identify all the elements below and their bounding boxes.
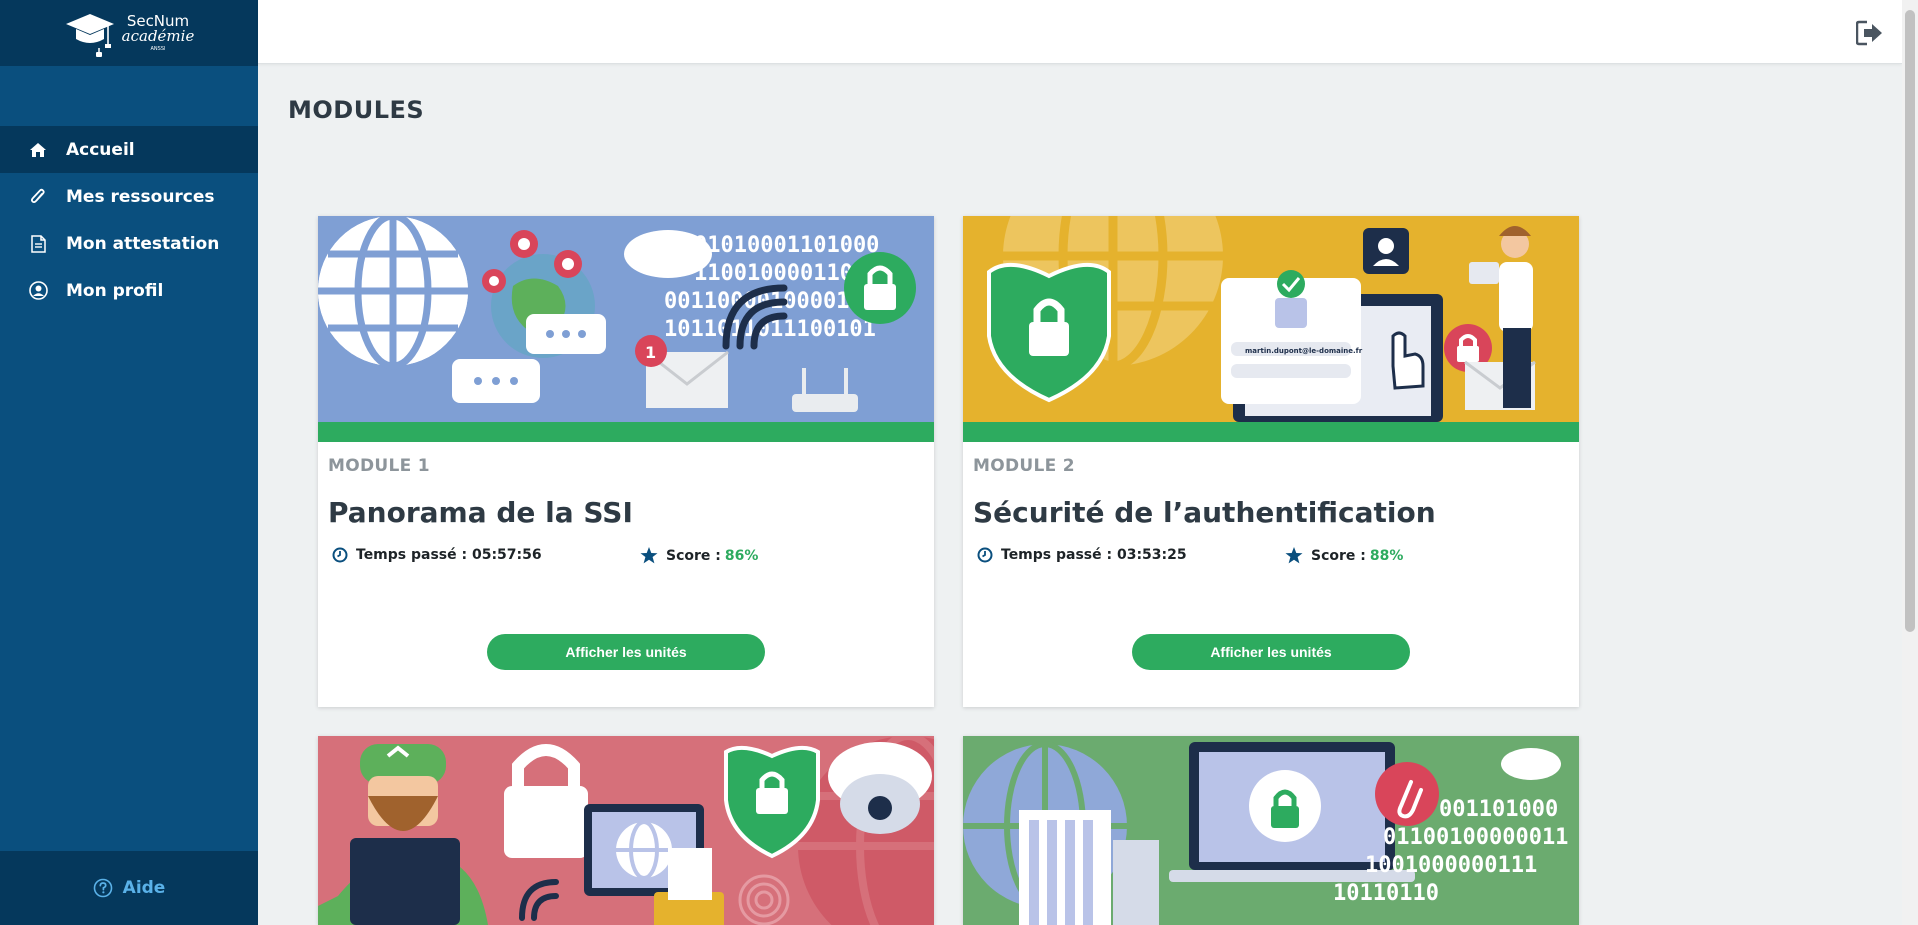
svg-text:01010001101000: 01010001101000 [694,233,879,258]
help-link[interactable]: Aide [0,851,258,925]
svg-text:martin.dupont@le-domaine.fr: martin.dupont@le-domaine.fr [1245,347,1363,355]
page-scrollbar[interactable] [1902,0,1918,925]
sidebar-item-accueil[interactable]: Accueil [0,126,258,173]
sidebar-item-label: Mes ressources [66,186,215,207]
svg-text:01100100000011: 01100100000011 [1383,825,1568,850]
module-card: martin.dupont@le-domaine.fr MODULE 2 Séc… [963,216,1579,707]
top-bar [258,0,1902,64]
home-icon [28,140,48,160]
score-value: 88% [1369,547,1404,564]
svg-text:1: 1 [645,343,656,362]
sidebar-item-label: Mon attestation [66,233,220,254]
document-icon [28,234,48,254]
score-label: Score : [1311,547,1366,564]
brand-name-line3: ANSSI [150,46,166,52]
module-card: 01010001101000 1100100001101 00110000100… [318,216,934,707]
show-units-button[interactable]: Afficher les unités [1132,634,1410,670]
score-label: Score : [666,547,721,564]
sidebar-nav: Accueil Mes ressources Mon attestation M… [0,126,258,314]
svg-text:10110110: 10110110 [1333,881,1439,906]
module-title: Sécurité de l’authentification [973,496,1436,529]
module-label: MODULE 2 [973,456,1075,476]
user-circle-icon [28,281,48,301]
svg-text:1001000000111: 1001000000111 [1365,853,1537,878]
page-title: MODULES [288,96,425,124]
module-card: 001101000 01100100000011 1001000000111 1… [963,736,1579,925]
brand-name-line2: académie [121,27,195,45]
show-units-button[interactable]: Afficher les unités [487,634,765,670]
brand-name: SecNum académie ANSSI [122,14,195,52]
help-label: Aide [122,878,166,898]
module-title: Panorama de la SSI [328,496,633,529]
module-card [318,736,934,925]
question-circle-icon [93,878,112,898]
clock-icon [977,547,993,563]
time-spent-label: Temps passé : 03:53:25 [1001,547,1187,563]
sidebar-item-mon-attestation[interactable]: Mon attestation [0,220,258,267]
svg-text:1100100001101: 1100100001101 [694,261,866,286]
star-icon [640,547,658,564]
clock-icon [332,547,348,563]
module-banner-image: 001101000 01100100000011 1001000000111 1… [963,736,1579,925]
sidebar-item-label: Mon profil [66,280,164,301]
paperclip-icon [28,187,48,207]
scrollbar-thumb[interactable] [1905,10,1915,632]
star-icon [1285,547,1303,564]
graduation-cap-icon [65,14,114,57]
sidebar-item-mes-ressources[interactable]: Mes ressources [0,173,258,220]
score: Score : 86% [640,547,758,564]
score: Score : 88% [1285,547,1403,564]
logout-icon[interactable] [1856,20,1884,46]
svg-text:001101000: 001101000 [1439,797,1558,822]
module-label: MODULE 1 [328,456,430,476]
module-progress-bar [318,422,934,442]
sidebar: SecNum académie ANSSI Accueil Mes ressou… [0,0,258,925]
module-banner-image: martin.dupont@le-domaine.fr [963,216,1579,422]
sidebar-item-label: Accueil [66,139,135,160]
sidebar-item-mon-profil[interactable]: Mon profil [0,267,258,314]
module-banner-image: 01010001101000 1100100001101 00110000100… [318,216,934,422]
time-spent: Temps passé : 05:57:56 [332,547,542,563]
module-banner-image [318,736,934,925]
score-value: 86% [724,547,759,564]
time-spent-label: Temps passé : 05:57:56 [356,547,542,563]
brand-logo[interactable]: SecNum académie ANSSI [0,0,258,66]
module-progress-bar [963,422,1579,442]
time-spent: Temps passé : 03:53:25 [977,547,1187,563]
